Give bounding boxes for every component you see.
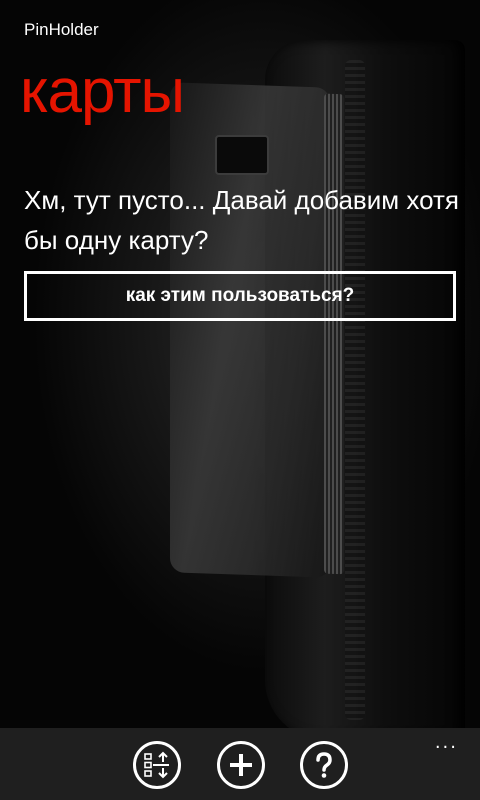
add-icon <box>230 754 252 776</box>
card-chip <box>215 135 269 175</box>
reorder-icon <box>144 751 169 779</box>
how-to-use-label: как этим пользоваться? <box>125 285 355 306</box>
reorder-button[interactable] <box>133 741 181 789</box>
help-icon <box>316 752 332 778</box>
how-to-use-button[interactable]: как этим пользоваться? <box>24 271 456 321</box>
help-button[interactable] <box>300 741 348 789</box>
wallet-stitching <box>345 60 365 720</box>
app-bar: ... <box>0 728 480 800</box>
empty-state-message: Хм, тут пусто... Давай добавим хотя бы о… <box>24 185 459 255</box>
page-title: карты <box>20 57 185 126</box>
more-menu-button[interactable]: ... <box>435 734 458 752</box>
add-card-button[interactable] <box>217 741 265 789</box>
app-title: PinHolder <box>24 20 99 39</box>
